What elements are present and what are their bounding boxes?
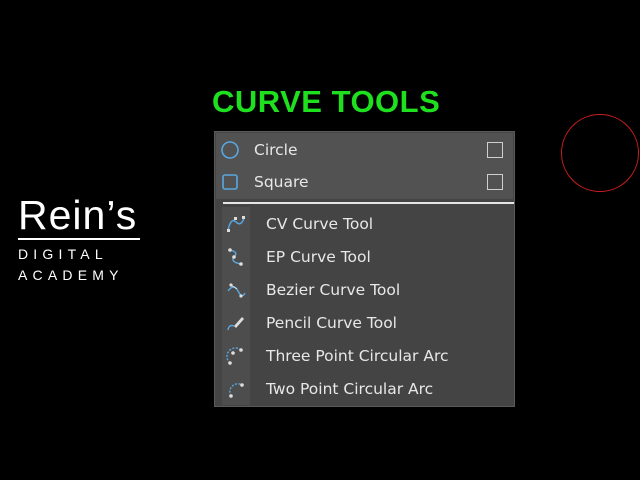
option-box-icon[interactable] bbox=[487, 142, 503, 158]
three-point-arc-icon bbox=[222, 339, 250, 372]
menu-item-label: Circle bbox=[254, 141, 298, 159]
academy-logo: Rein’s DIGITAL ACADEMY bbox=[18, 194, 142, 286]
highlight-ring bbox=[561, 114, 639, 192]
menu-item-circle[interactable]: Circle bbox=[216, 134, 513, 166]
menu-item-two-point-circular-arc[interactable]: Two Point Circular Arc bbox=[222, 372, 513, 405]
bezier-curve-icon bbox=[222, 273, 250, 306]
menu-item-label: Three Point Circular Arc bbox=[266, 346, 449, 365]
two-point-arc-icon bbox=[222, 372, 250, 405]
menu-item-label: Pencil Curve Tool bbox=[266, 313, 397, 332]
logo-divider bbox=[18, 238, 140, 240]
page-heading: CURVE TOOLS bbox=[212, 84, 441, 119]
menu-item-pencil-curve-tool[interactable]: Pencil Curve Tool bbox=[222, 306, 513, 339]
menu-item-ep-curve-tool[interactable]: EP Curve Tool bbox=[222, 240, 513, 273]
square-icon bbox=[216, 166, 244, 198]
logo-subtitle-line2: ACADEMY bbox=[18, 267, 124, 283]
option-box-icon[interactable] bbox=[487, 174, 503, 190]
curve-tool-group: CV Curve Tool EP Curve Tool Bezier Curve… bbox=[222, 207, 513, 405]
menu-item-label: Bezier Curve Tool bbox=[266, 280, 401, 299]
menu-item-label: CV Curve Tool bbox=[266, 214, 374, 233]
menu-item-cv-curve-tool[interactable]: CV Curve Tool bbox=[222, 207, 513, 240]
ep-curve-icon bbox=[222, 240, 250, 273]
primitive-group: Circle Square bbox=[216, 133, 513, 199]
pencil-curve-icon bbox=[222, 306, 250, 339]
menu-item-bezier-curve-tool[interactable]: Bezier Curve Tool bbox=[222, 273, 513, 306]
menu-item-square[interactable]: Square bbox=[216, 166, 513, 198]
circle-icon bbox=[216, 134, 244, 166]
menu-item-label: Square bbox=[254, 173, 309, 191]
logo-title: Rein’s bbox=[18, 192, 138, 238]
menu-divider bbox=[223, 202, 514, 204]
menu-item-three-point-circular-arc[interactable]: Three Point Circular Arc bbox=[222, 339, 513, 372]
logo-subtitle-line1: DIGITAL bbox=[18, 246, 108, 262]
menu-item-label: EP Curve Tool bbox=[266, 247, 371, 266]
curves-menu: Circle Square CV Curve Tool EP Curve Too… bbox=[214, 131, 515, 407]
cv-curve-icon bbox=[222, 207, 250, 240]
menu-item-label: Two Point Circular Arc bbox=[266, 379, 434, 398]
